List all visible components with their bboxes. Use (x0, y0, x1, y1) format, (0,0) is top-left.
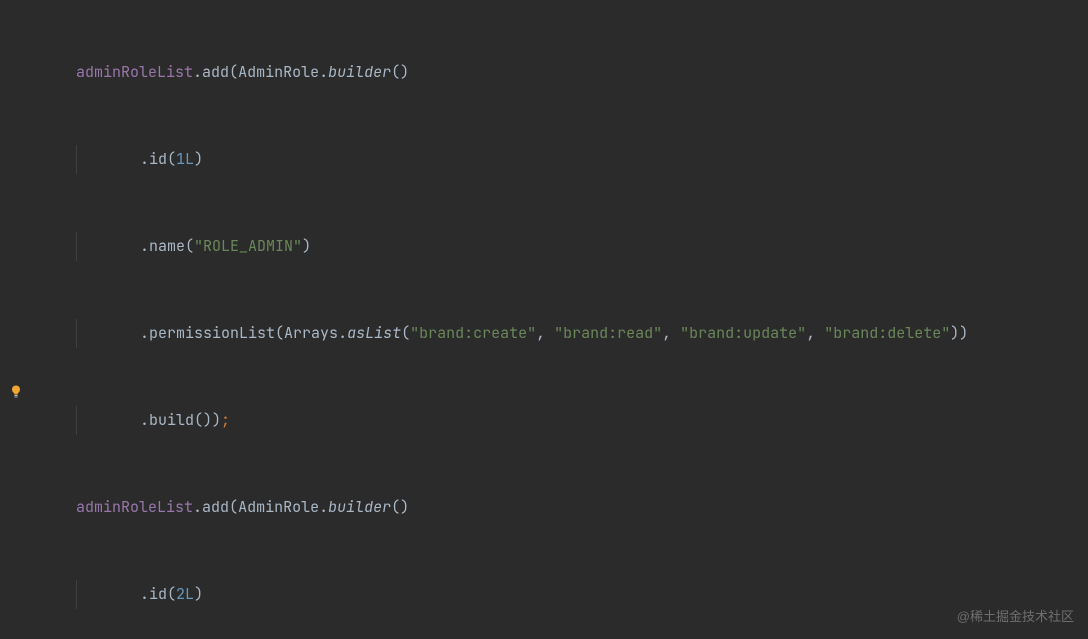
intention-bulb-icon[interactable] (8, 384, 24, 400)
code-line: adminRoleList.add(AdminRole.builder() (40, 493, 1088, 522)
code-line: .build()); (40, 406, 1088, 435)
code-line: .permissionList(Arrays.asList("brand:cre… (40, 319, 1088, 348)
editor-gutter (0, 0, 40, 639)
code-editor[interactable]: adminRoleList.add(AdminRole.builder() .i… (40, 0, 1088, 639)
code-line: adminRoleList.add(AdminRole.builder() (40, 58, 1088, 87)
code-line: .id(2L) (40, 580, 1088, 609)
code-line: .id(1L) (40, 145, 1088, 174)
watermark-text: @稀土掘金技术社区 (957, 602, 1074, 631)
code-line: .name("ROLE_ADMIN") (40, 232, 1088, 261)
